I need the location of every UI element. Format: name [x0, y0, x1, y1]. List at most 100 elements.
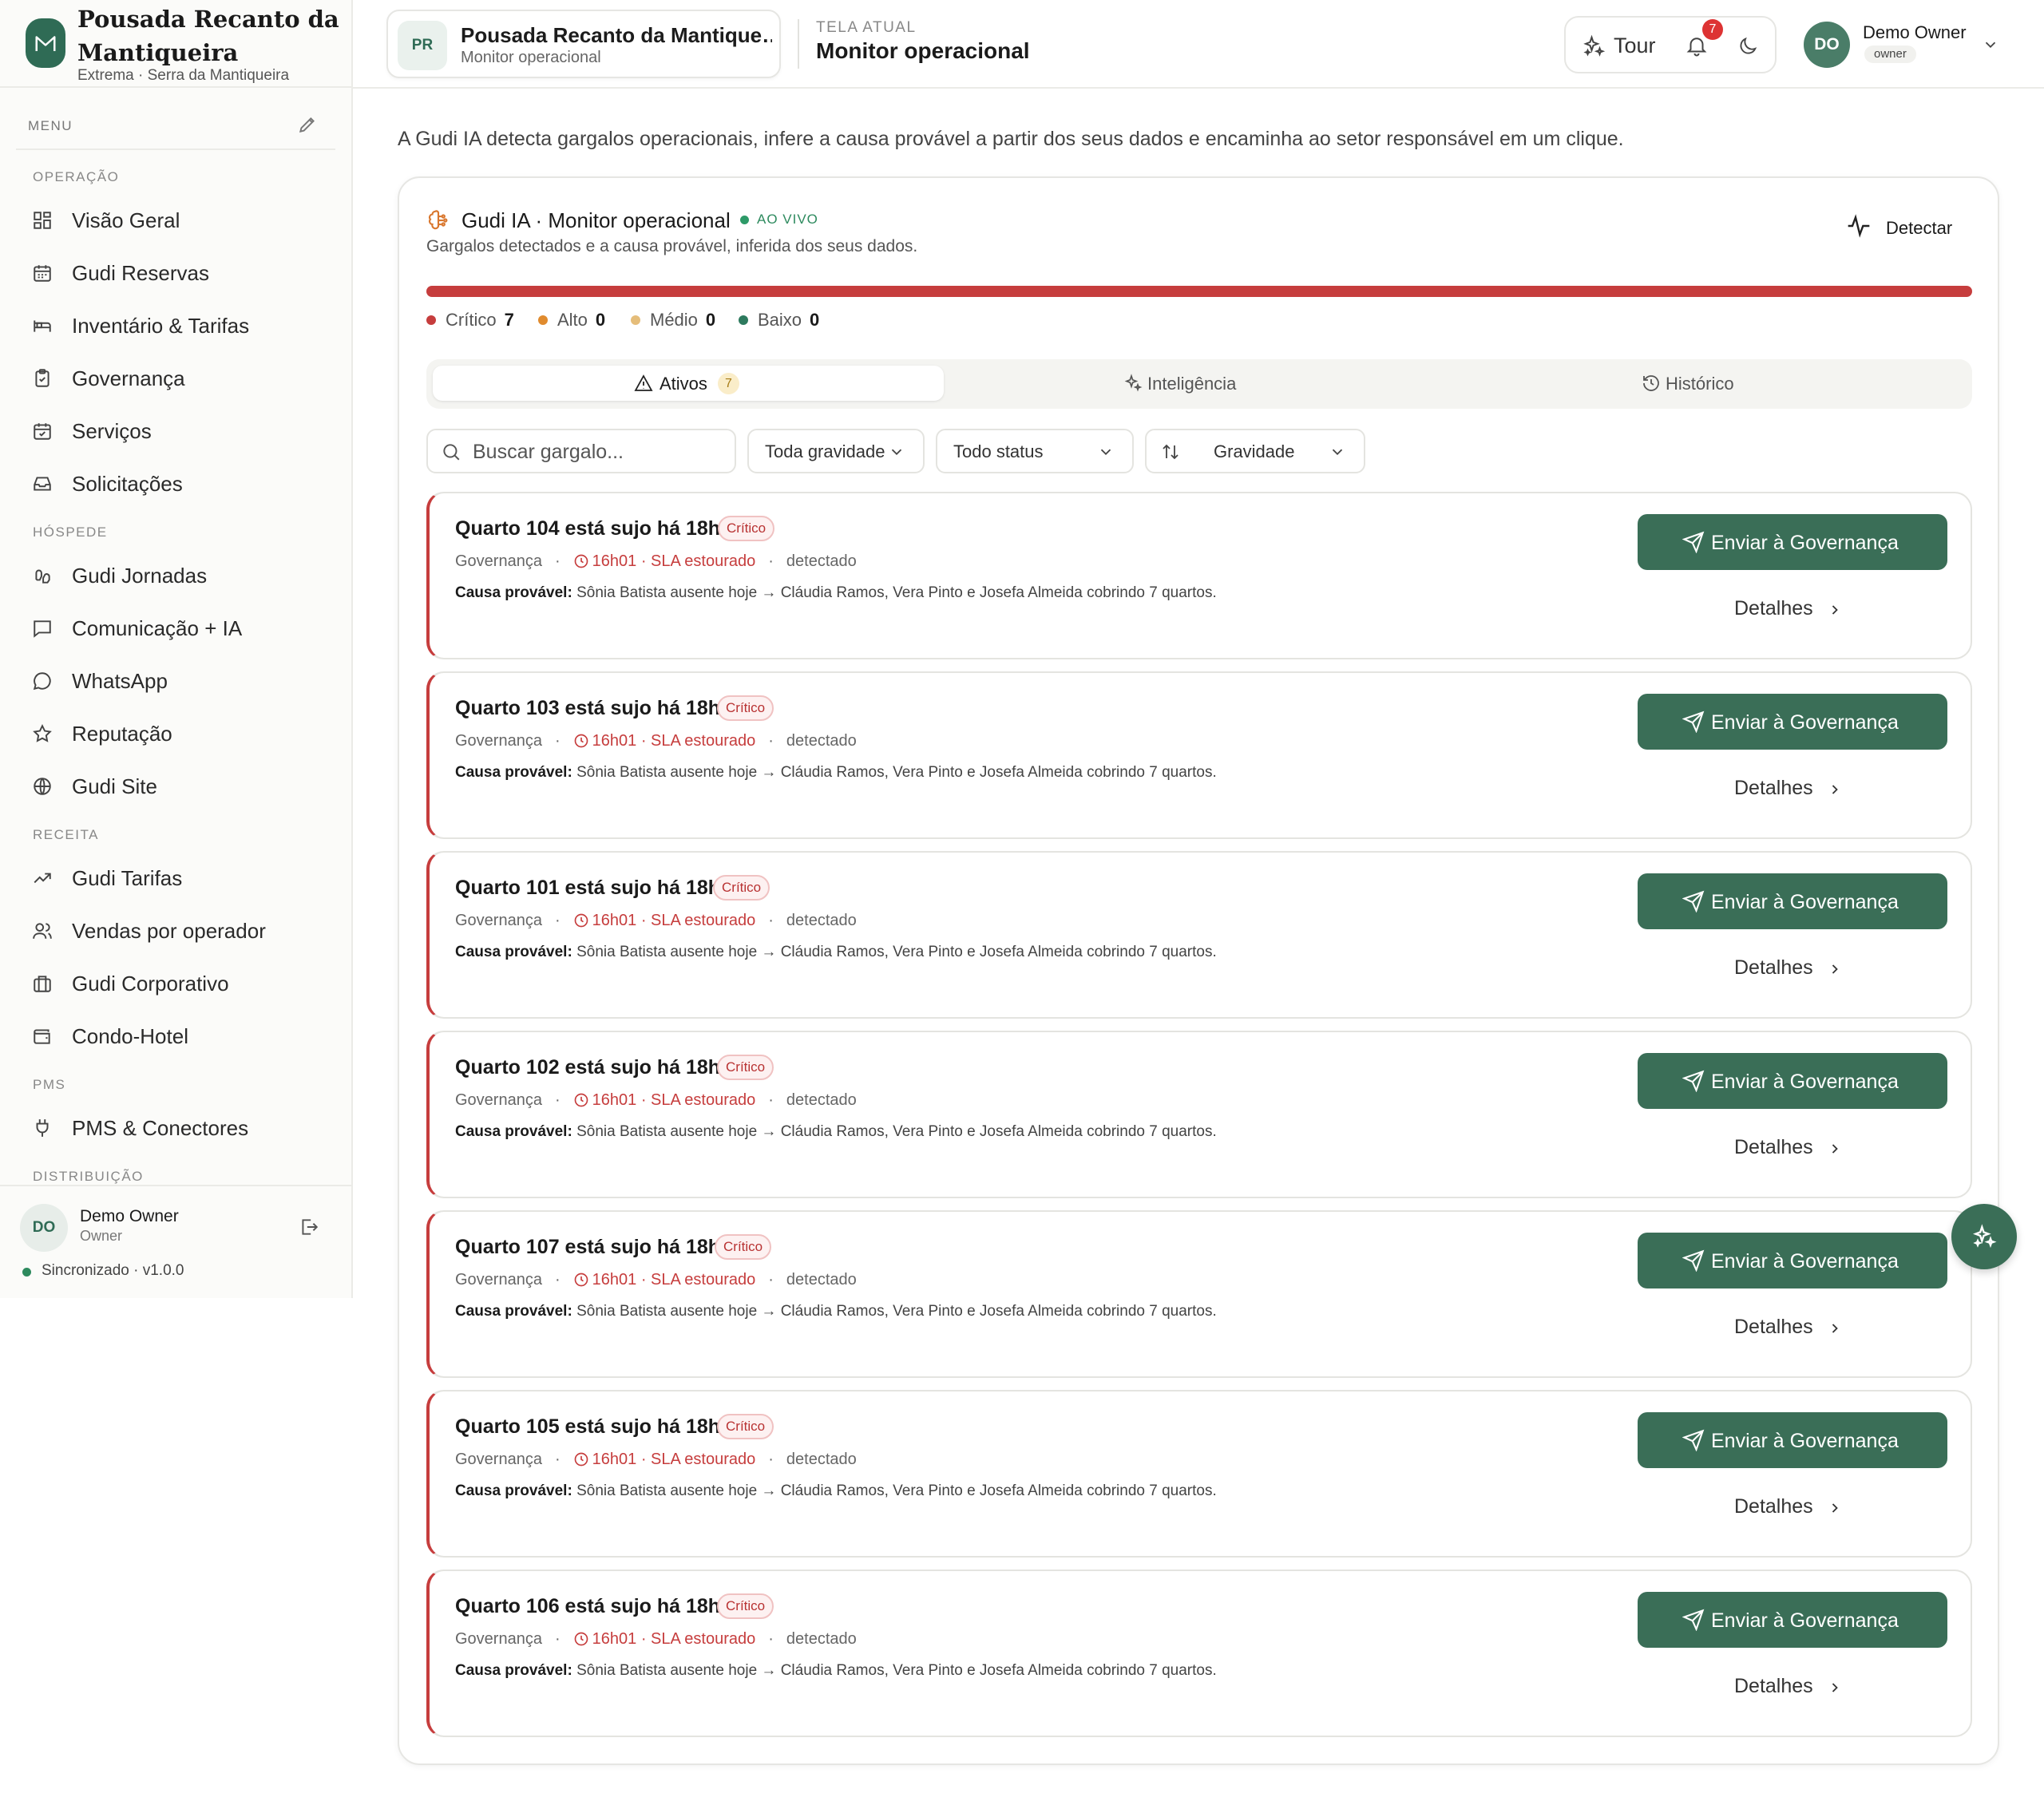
send-to-governanca-button[interactable]: Enviar à Governança — [1638, 1592, 1947, 1648]
bottleneck-card: Quarto 106 está sujo há 18h19 Crítico Gove… — [426, 1570, 1972, 1737]
sidebar-item-label: Reputação — [72, 722, 172, 746]
cause-text: Sônia Batista ausente hoje → Cláudia Ram… — [576, 1303, 1217, 1320]
brain-icon — [428, 210, 448, 230]
severity-badge: Crítico — [717, 1593, 774, 1619]
sla-status: 16h01 · SLA estourado — [592, 552, 756, 570]
sidebar-item-gudi-tarifas[interactable]: Gudi Tarifas — [16, 854, 335, 902]
severity-bar — [426, 286, 1972, 297]
sort-select[interactable]: Gravidade — [1145, 429, 1365, 473]
sidebar-item-pms-conectores[interactable]: PMS & Conectores — [16, 1104, 335, 1152]
sidebar-item-condo-hotel[interactable]: Condo-Hotel — [16, 1012, 335, 1060]
card-sector: Governança — [455, 552, 542, 570]
card-title: Quarto 105 está sujo há 18h19 — [455, 1415, 743, 1438]
sidebar-item-gudi-corporativo[interactable]: Gudi Corporativo — [16, 960, 335, 1007]
bottleneck-card: Quarto 103 está sujo há 18h19 Crítico Gove… — [426, 671, 1972, 839]
send-to-governanca-button[interactable]: Enviar à Governança — [1638, 1412, 1947, 1468]
sidebar-item-servicos[interactable]: Serviços — [16, 407, 335, 455]
cause-text: Sônia Batista ausente hoje → Cláudia Ram… — [576, 1123, 1217, 1140]
probable-cause: Causa provável: Sônia Batista ausente ho… — [455, 1303, 1217, 1320]
status-value: Todo status — [953, 441, 1044, 461]
logout-icon[interactable] — [299, 1217, 319, 1237]
clock-icon — [574, 1273, 588, 1287]
sidebar-item-gudi-jornadas[interactable]: Gudi Jornadas — [16, 552, 335, 600]
search-placeholder: Buscar gargalo... — [473, 441, 624, 463]
details-link[interactable]: Detalhes — [1734, 1316, 1838, 1339]
user-role-badge: owner — [1864, 46, 1916, 63]
sla-status: 16h01 · SLA estourado — [592, 1091, 756, 1109]
sidebar-item-label: Gudi Tarifas — [72, 866, 183, 890]
sidebar-item-label: Governança — [72, 366, 185, 390]
card-sector: Governança — [455, 732, 542, 750]
tab-historico[interactable]: Histórico — [1455, 366, 1966, 401]
details-link[interactable]: Detalhes — [1734, 1495, 1838, 1518]
sla-status: 16h01 · SLA estourado — [592, 912, 756, 929]
panel-title: Gudi IA · Monitor operacional — [461, 208, 731, 232]
sidebar-item-gudi-site[interactable]: Gudi Site — [16, 762, 335, 810]
card-state: detectado — [786, 552, 857, 570]
sidebar-item-comunicacao[interactable]: Comunicação + IA — [16, 604, 335, 652]
details-link[interactable]: Detalhes — [1734, 1136, 1838, 1159]
live-indicator — [740, 216, 749, 224]
details-link[interactable]: Detalhes — [1734, 597, 1838, 620]
severity-label: Baixo — [758, 310, 802, 330]
bottleneck-card: Quarto 102 está sujo há 18h19 Crítico Gove… — [426, 1031, 1972, 1198]
meta-separator: · — [554, 1630, 561, 1648]
sidebar-item-reputacao[interactable]: Reputação — [16, 710, 335, 758]
probable-cause: Causa provável: Sônia Batista ausente ho… — [455, 1482, 1217, 1500]
probable-cause: Causa provável: Sônia Batista ausente ho… — [455, 764, 1217, 782]
section-operacao: OPERAÇÃO — [33, 169, 120, 184]
plug-icon — [36, 1119, 49, 1137]
send-to-governanca-button[interactable]: Enviar à Governança — [1638, 1053, 1947, 1109]
card-state: detectado — [786, 1630, 857, 1648]
star-icon — [33, 724, 52, 742]
property-switcher[interactable]: PR Pousada Recanto da Mantique… Monitor … — [386, 10, 781, 78]
sidebar-item-label: Gudi Corporativo — [72, 972, 229, 996]
severity-count: 0 — [810, 310, 820, 330]
chevron-right-icon — [1832, 1324, 1838, 1333]
sync-status-dot — [22, 1268, 31, 1277]
tab-label: Histórico — [1666, 374, 1734, 394]
inbox-icon — [34, 477, 51, 491]
ai-assistant-fab[interactable] — [1951, 1204, 2017, 1269]
clock-icon — [574, 913, 588, 928]
users-icon — [33, 923, 52, 939]
sidebar-item-solicitacoes[interactable]: Solicitações — [16, 460, 335, 508]
meta-separator: · — [554, 732, 561, 750]
tab-label: Inteligência — [1147, 374, 1237, 394]
send-to-governanca-button[interactable]: Enviar à Governança — [1638, 694, 1947, 750]
sidebar-item-gudi-reservas[interactable]: Gudi Reservas — [16, 249, 335, 297]
meta-separator: · — [554, 1091, 561, 1109]
details-link[interactable]: Detalhes — [1734, 777, 1838, 800]
chevron-down-icon — [1100, 449, 1111, 456]
search-input[interactable]: Buscar gargalo... — [426, 429, 736, 473]
send-icon — [1682, 1249, 1705, 1272]
probable-cause: Causa provável: Sônia Batista ausente ho… — [455, 584, 1217, 602]
send-to-governanca-button[interactable]: Enviar à Governança — [1638, 1233, 1947, 1288]
panel-subtitle: Gargalos detectados e a causa provável, … — [426, 237, 918, 255]
tab-inteligencia[interactable]: Inteligência — [944, 366, 1455, 401]
sidebar-item-vendas-operador[interactable]: Vendas por operador — [16, 907, 335, 955]
notification-badge: 7 — [1702, 19, 1723, 40]
meta-separator: · — [768, 1451, 774, 1468]
section-distribuicao: DISTRIBUIÇÃO — [33, 1169, 144, 1184]
edit-pencil-icon[interactable] — [297, 114, 318, 135]
property-sub: Monitor operacional — [461, 49, 601, 66]
chevron-down-icon — [1985, 42, 1996, 49]
details-link[interactable]: Detalhes — [1734, 956, 1838, 980]
send-to-governanca-button[interactable]: Enviar à Governança — [1638, 873, 1947, 929]
send-to-governanca-button[interactable]: Enviar à Governança — [1638, 514, 1947, 570]
clock-icon — [574, 734, 588, 748]
sidebar-item-whatsapp[interactable]: WhatsApp — [16, 657, 335, 705]
bottleneck-card: Quarto 104 está sujo há 18h19 Crítico Gove… — [426, 492, 1972, 659]
details-link[interactable]: Detalhes — [1734, 1675, 1838, 1698]
status-select[interactable]: Todo status — [936, 429, 1134, 473]
sidebar-item-governanca[interactable]: Governança — [16, 354, 335, 402]
gravity-select[interactable]: Toda gravidade — [747, 429, 925, 473]
moon-icon[interactable] — [1737, 35, 1759, 57]
sidebar-item-visao-geral[interactable]: Visão Geral — [16, 196, 335, 244]
tab-ativos[interactable]: Ativos 7 — [433, 366, 944, 401]
sidebar-item-inventario[interactable]: Inventário & Tarifas — [16, 302, 335, 350]
bottleneck-card: Quarto 101 está sujo há 18h19 Crítico Gove… — [426, 851, 1972, 1019]
card-title: Quarto 104 está sujo há 18h19 — [455, 517, 743, 540]
card-state: detectado — [786, 1451, 857, 1468]
